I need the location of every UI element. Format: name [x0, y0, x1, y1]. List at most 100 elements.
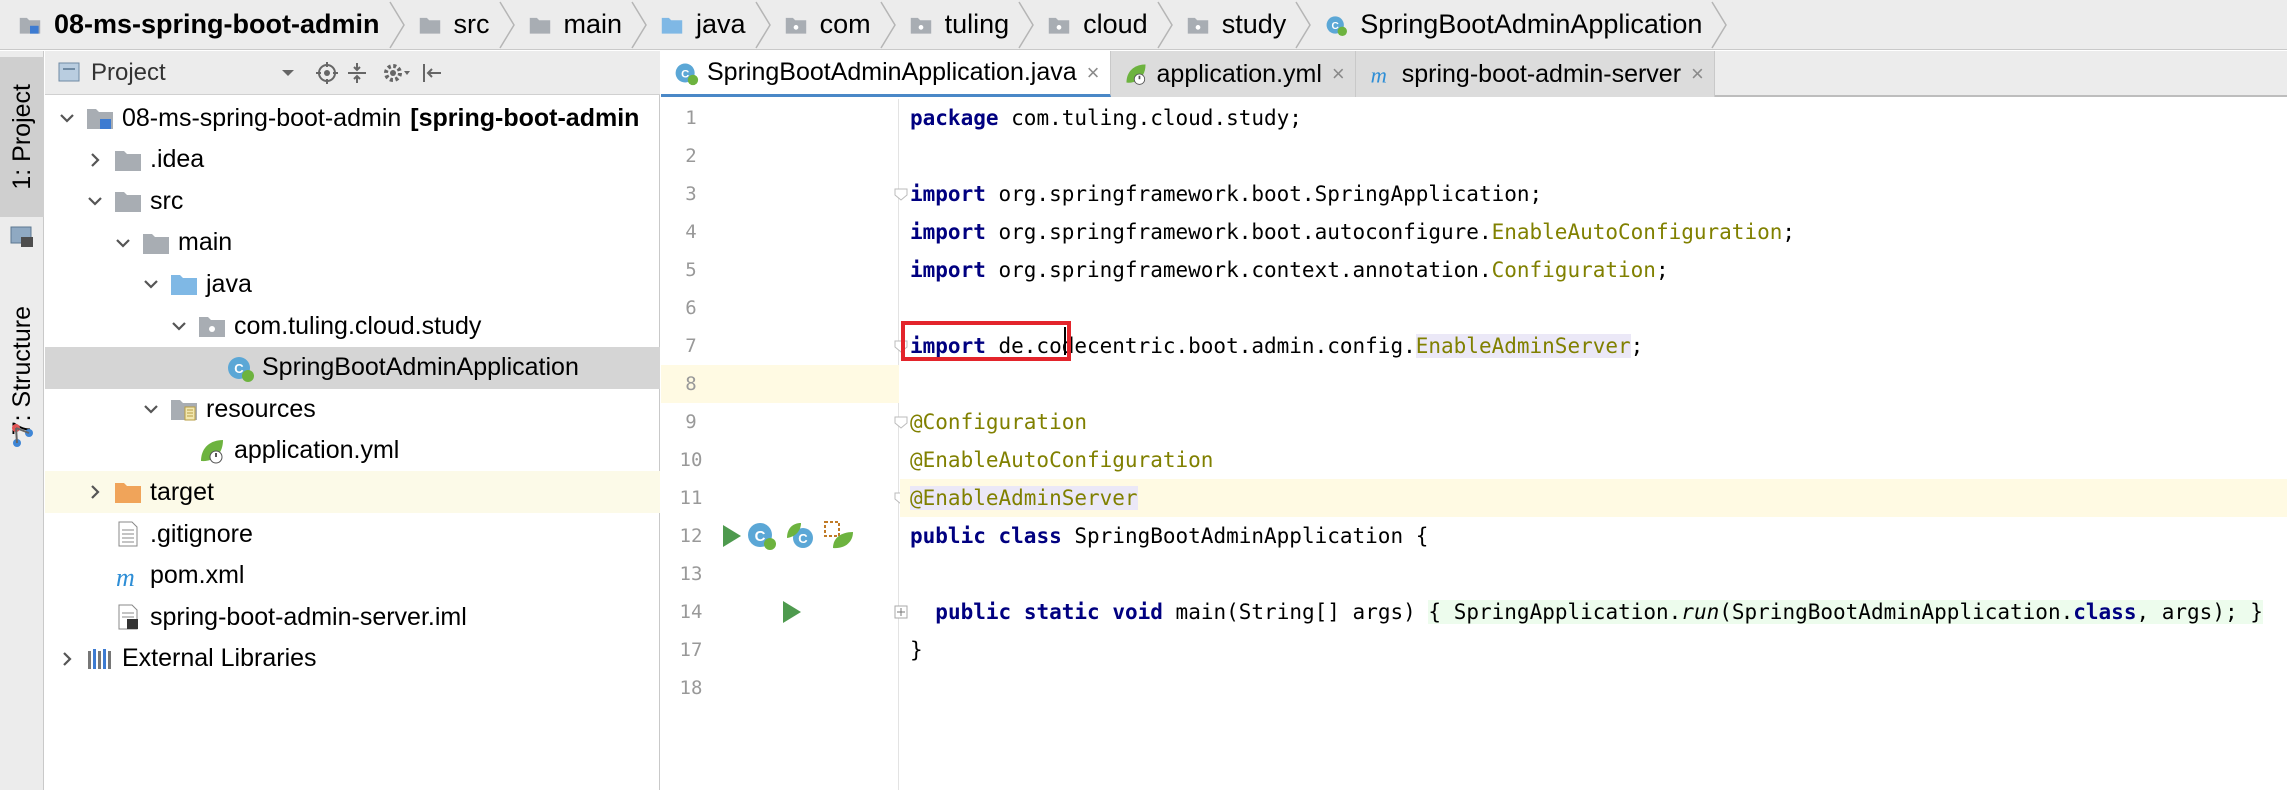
tree-row[interactable]: m pom.xml	[45, 555, 660, 597]
tree-row[interactable]: .gitignore	[45, 513, 660, 555]
breadcrumb-item[interactable]: com	[782, 0, 907, 50]
tree-expander[interactable]	[167, 314, 191, 338]
chevron-right-icon[interactable]	[59, 651, 75, 667]
editor-tab[interactable]: application.yml ×	[1110, 51, 1356, 97]
call-args: , args);	[2136, 600, 2251, 624]
close-icon[interactable]: ×	[1087, 60, 1100, 86]
tree-expander[interactable]	[83, 189, 107, 213]
tree-expander[interactable]	[167, 439, 191, 463]
close-icon[interactable]: ×	[1691, 61, 1704, 87]
tree-expander[interactable]	[83, 522, 107, 546]
tree-expander[interactable]	[55, 106, 79, 130]
project-tool-tab[interactable]: 1: Project	[0, 57, 44, 217]
breadcrumb-label: java	[696, 9, 746, 39]
breadcrumb-item[interactable]: src	[416, 0, 526, 50]
tree-row[interactable]: main	[45, 222, 660, 264]
editor-tab-label: SpringBootAdminApplication.java	[707, 58, 1077, 86]
tree-expander[interactable]	[83, 605, 107, 629]
folder-icon	[143, 233, 169, 254]
tree-expander[interactable]	[139, 272, 163, 296]
line-number: 2	[685, 145, 697, 167]
project-tool-tab-label: 1: Project	[7, 84, 36, 190]
tree-label: src	[150, 186, 184, 215]
editor-area: C SpringBootAdminApplication.java × applica…	[661, 51, 2287, 790]
text-file-icon	[118, 521, 138, 547]
keyword: void	[1112, 600, 1163, 624]
chevron-down-icon[interactable]	[143, 276, 159, 292]
breadcrumb-item[interactable]: main	[526, 0, 659, 50]
chevron-down-icon[interactable]	[87, 193, 103, 209]
tree-row[interactable]: External Libraries	[45, 638, 660, 680]
tree-expander[interactable]	[83, 564, 107, 588]
import-class: EnableAutoConfiguration	[1491, 220, 1783, 244]
breadcrumb-label: src	[453, 9, 490, 39]
code-line-7: import de.codecentric.boot.admin.config.…	[900, 327, 2287, 365]
chevron-down-icon[interactable]	[115, 235, 131, 251]
spring-bean-icon[interactable]: C	[745, 520, 777, 552]
breadcrumb-item[interactable]: study	[1184, 0, 1323, 50]
tree-row[interactable]: C SpringBootAdminApplication	[45, 346, 660, 389]
project-panel-title[interactable]: Project	[91, 59, 166, 87]
tree-expander[interactable]	[83, 148, 107, 172]
tree-row[interactable]: application.yml	[45, 430, 660, 472]
folder-icon	[115, 150, 141, 171]
close-icon[interactable]: ×	[1332, 61, 1345, 87]
tree-row[interactable]: resources	[45, 388, 660, 430]
chevron-right-icon[interactable]	[87, 484, 103, 500]
chevron-down-icon[interactable]	[143, 401, 159, 417]
breadcrumb-item[interactable]: cloud	[1045, 0, 1184, 50]
chevron-down-icon[interactable]	[171, 318, 187, 334]
tree-row[interactable]: src	[45, 180, 660, 222]
tree-expander[interactable]	[83, 480, 107, 504]
code-area[interactable]: package com.tuling.cloud.study; import o…	[900, 99, 2287, 790]
collapse-all-button[interactable]	[342, 59, 372, 87]
tree-row[interactable]: .idea	[45, 139, 660, 181]
settings-button[interactable]	[382, 59, 412, 87]
editor-tab[interactable]: C SpringBootAdminApplication.java ×	[661, 51, 1111, 97]
keyword: class	[2073, 600, 2137, 624]
tree-row[interactable]: com.tuling.cloud.study	[45, 305, 660, 347]
code-line-12: public class SpringBootAdminApplication …	[900, 517, 2287, 555]
chevron-right-icon[interactable]	[87, 152, 103, 168]
project-tool-icon	[10, 226, 33, 247]
editor-tab[interactable]: m spring-boot-admin-server ×	[1355, 51, 1715, 97]
text-caret	[1064, 327, 1066, 355]
import-path: org.springframework.boot.SpringApplicati…	[985, 182, 1543, 206]
hide-button[interactable]	[417, 59, 447, 87]
tree-row[interactable]: spring-boot-admin-server.iml	[45, 596, 660, 638]
method-signature: main(String[] args)	[1162, 600, 1429, 624]
folded-body[interactable]: { SpringApplication.run(SpringBootAdminA…	[1428, 600, 2263, 624]
locate-button[interactable]	[312, 59, 342, 87]
breadcrumb-item[interactable]: C SpringBootAdminApplication	[1322, 0, 1738, 50]
breadcrumb-item[interactable]: java	[658, 0, 782, 50]
breadcrumb-item[interactable]: tuling	[907, 0, 1046, 50]
spring-boot-class-icon: C	[228, 356, 254, 382]
brace: }	[2250, 600, 2263, 624]
maven-icon: m	[116, 563, 135, 590]
tree-label: main	[178, 228, 233, 257]
chevron-down-icon[interactable]	[59, 110, 75, 126]
spring-config-icon[interactable]: C	[785, 520, 817, 552]
tree-row[interactable]: target	[45, 471, 660, 514]
tree-label: SpringBootAdminApplication	[262, 353, 579, 382]
tree-label: java	[206, 269, 252, 298]
closing-brace: }	[910, 638, 923, 662]
run-icon[interactable]	[715, 520, 747, 552]
breadcrumb-separator-icon	[1295, 1, 1312, 48]
run-main-icon[interactable]	[775, 596, 807, 628]
spring-context-icon[interactable]	[823, 520, 855, 552]
svg-text:C: C	[798, 531, 808, 546]
line-number: 9	[685, 411, 697, 433]
folder-icon	[529, 17, 550, 34]
tree-label: application.yml	[234, 436, 400, 465]
tree-row[interactable]: java	[45, 263, 660, 305]
code-line-17: }	[900, 631, 2287, 669]
tree-expander[interactable]	[55, 647, 79, 671]
tree-expander[interactable]	[111, 231, 135, 255]
structure-tool-icon	[12, 424, 33, 447]
project-view-dropdown[interactable]	[273, 59, 303, 87]
breadcrumb-item[interactable]: 08-ms-spring-boot-admin	[16, 0, 416, 50]
tree-expander[interactable]	[195, 356, 219, 380]
tree-expander[interactable]	[139, 397, 163, 421]
tree-row[interactable]: 08-ms-spring-boot-admin [spring-boot-admi…	[45, 97, 660, 139]
